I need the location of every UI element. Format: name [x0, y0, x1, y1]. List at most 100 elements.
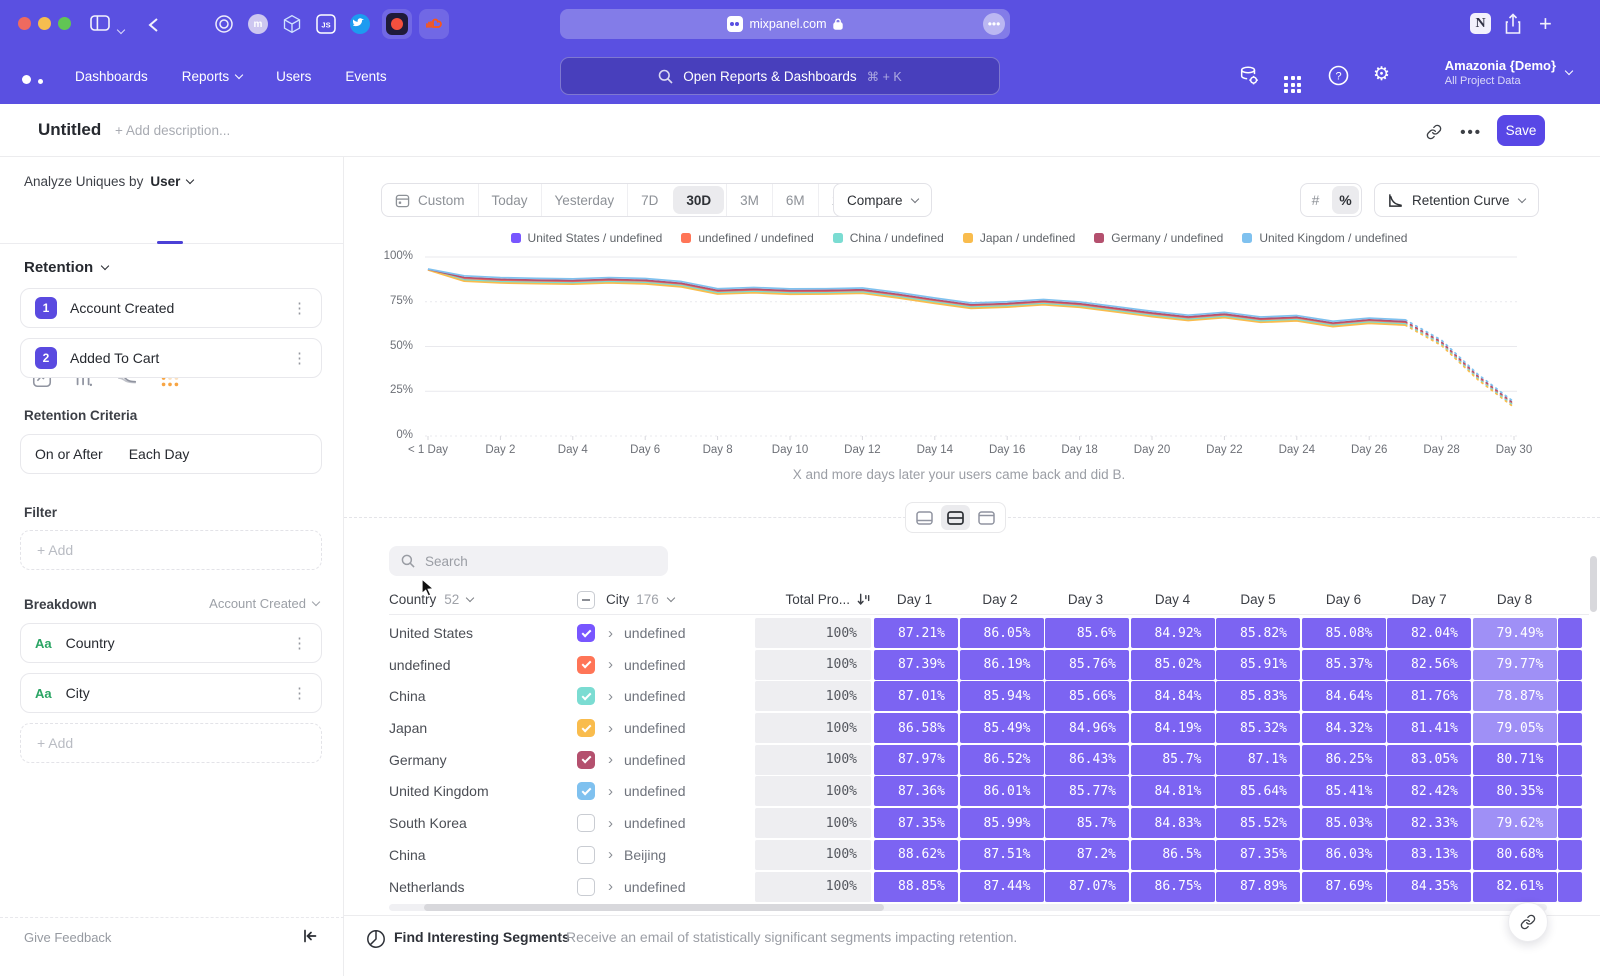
extension-bird-icon[interactable]	[345, 9, 375, 39]
mixpanel-logo[interactable]	[22, 71, 55, 89]
nav-users[interactable]: Users	[276, 69, 311, 84]
row-expander-icon[interactable]: ›	[608, 625, 613, 642]
save-button[interactable]: Save	[1497, 115, 1545, 146]
table-search-input[interactable]: Search	[389, 546, 668, 576]
column-header-day[interactable]: Day 8	[1473, 592, 1557, 607]
select-all-checkbox[interactable]	[577, 591, 595, 609]
date-range-yesterday[interactable]: Yesterday	[541, 184, 628, 216]
breakdown-event-selector[interactable]: Account Created	[209, 596, 319, 611]
date-range-today[interactable]: Today	[478, 184, 541, 216]
breakdown-add-button[interactable]: + Add	[20, 723, 322, 763]
chart-type-selector[interactable]: Retention Curve	[1374, 183, 1539, 217]
give-feedback-link[interactable]: Give Feedback	[24, 930, 111, 945]
back-icon[interactable]	[148, 17, 159, 38]
legend-item[interactable]: Japan / undefined	[963, 231, 1075, 245]
extension-js-icon[interactable]: JS	[311, 9, 341, 39]
row-expander-icon[interactable]: ›	[608, 783, 613, 800]
column-header-day[interactable]: Day 4	[1131, 592, 1215, 607]
kebab-menu-icon[interactable]: ⋮	[292, 349, 307, 367]
row-checkbox[interactable]	[577, 846, 595, 864]
analyze-value[interactable]: User	[150, 174, 180, 189]
row-checkbox[interactable]	[577, 878, 595, 896]
date-range-7d[interactable]: 7D	[627, 184, 671, 216]
extension-target-icon[interactable]	[209, 9, 239, 39]
copy-link-icon[interactable]	[1426, 124, 1442, 145]
address-more-button[interactable]: •••	[983, 13, 1005, 35]
row-checkbox[interactable]	[577, 751, 595, 769]
sidebar-chevron-icon[interactable]	[118, 20, 124, 38]
layout-table-only-button[interactable]	[972, 505, 1001, 530]
step-card-1[interactable]: 1 Account Created ⋮	[20, 288, 322, 328]
breakdown-card-city[interactable]: Aa City ⋮	[20, 673, 322, 713]
date-range-30d[interactable]: 30D	[673, 186, 724, 214]
floating-share-link-button[interactable]	[1508, 902, 1548, 942]
legend-item[interactable]: United Kingdom / undefined	[1242, 231, 1407, 245]
project-switcher[interactable]: Amazonia {Demo} All Project Data	[1445, 58, 1572, 87]
extension-soundcloud-icon[interactable]	[419, 9, 449, 39]
format-absolute-button[interactable]: #	[1301, 192, 1330, 208]
zoom-window-button[interactable]	[58, 17, 71, 30]
layout-split-button[interactable]	[941, 505, 970, 530]
row-checkbox[interactable]	[577, 782, 595, 800]
report-title[interactable]: Untitled	[38, 120, 101, 140]
apps-grid-icon[interactable]	[1284, 67, 1301, 93]
address-bar[interactable]: mixpanel.com •••	[560, 9, 1010, 39]
data-management-icon[interactable]	[1238, 65, 1260, 92]
help-icon[interactable]: ?	[1328, 65, 1349, 91]
nav-events[interactable]: Events	[345, 69, 386, 84]
column-header-total[interactable]: Total Pro...	[755, 592, 871, 607]
column-header-day[interactable]: Day 1	[873, 592, 957, 607]
layout-chart-only-button[interactable]	[910, 505, 939, 530]
more-options-icon[interactable]: •••	[1460, 124, 1482, 141]
new-tab-icon[interactable]: +	[1539, 11, 1552, 37]
nav-dashboards[interactable]: Dashboards	[75, 69, 148, 84]
collapse-sidebar-icon[interactable]	[302, 928, 318, 949]
breakdown-card-country[interactable]: Aa Country ⋮	[20, 623, 322, 663]
kebab-menu-icon[interactable]: ⋮	[292, 634, 307, 652]
kebab-menu-icon[interactable]: ⋮	[292, 684, 307, 702]
column-header-day[interactable]: Day 3	[1044, 592, 1128, 607]
row-expander-icon[interactable]: ›	[608, 878, 613, 895]
minimize-window-button[interactable]	[38, 17, 51, 30]
column-header-day[interactable]: Day 6	[1302, 592, 1386, 607]
row-checkbox[interactable]	[577, 656, 595, 674]
column-header-day[interactable]: Day 2	[958, 592, 1042, 607]
row-expander-icon[interactable]: ›	[608, 720, 613, 737]
criteria-operator[interactable]: On or After	[35, 446, 103, 462]
nav-reports[interactable]: Reports	[182, 69, 242, 84]
legend-item[interactable]: China / undefined	[833, 231, 944, 245]
row-checkbox[interactable]	[577, 719, 595, 737]
criteria-card[interactable]: On or After Each Day	[20, 434, 322, 474]
date-range-custom[interactable]: Custom	[382, 184, 478, 216]
legend-item[interactable]: United States / undefined	[511, 231, 663, 245]
report-description-placeholder[interactable]: + Add description...	[115, 123, 230, 138]
column-header-day[interactable]: Day 5	[1216, 592, 1300, 607]
row-checkbox[interactable]	[577, 687, 595, 705]
horizontal-scrollbar-thumb[interactable]	[424, 904, 884, 911]
row-expander-icon[interactable]: ›	[608, 688, 613, 705]
extension-m-icon[interactable]: m	[243, 9, 273, 39]
row-expander-icon[interactable]: ›	[608, 751, 613, 768]
column-header-day[interactable]: Day 7	[1387, 592, 1471, 607]
date-range-3m[interactable]: 3M	[726, 184, 772, 216]
global-search[interactable]: Open Reports & Dashboards ⌘ + K	[560, 57, 1000, 95]
vertical-scrollbar-thumb[interactable]	[1590, 556, 1597, 612]
row-checkbox[interactable]	[577, 624, 595, 642]
kebab-menu-icon[interactable]: ⋮	[292, 299, 307, 317]
column-header-city[interactable]: City 176	[577, 591, 755, 609]
row-checkbox[interactable]	[577, 814, 595, 832]
find-segments-title[interactable]: Find Interesting Segments	[394, 929, 570, 945]
date-range-6m[interactable]: 6M	[772, 184, 818, 216]
column-header-country[interactable]: Country 52	[389, 592, 577, 607]
step-card-2[interactable]: 2 Added To Cart ⋮	[20, 338, 322, 378]
format-percent-button[interactable]: %	[1332, 186, 1359, 214]
extension-cube-icon[interactable]	[277, 9, 307, 39]
filter-add-button[interactable]: + Add	[20, 530, 322, 570]
extension-record-icon[interactable]	[382, 9, 412, 39]
settings-gear-icon[interactable]: ⚙	[1373, 63, 1390, 86]
row-expander-icon[interactable]: ›	[608, 656, 613, 673]
row-expander-icon[interactable]: ›	[608, 846, 613, 863]
share-icon[interactable]	[1504, 13, 1522, 40]
criteria-period[interactable]: Each Day	[129, 446, 190, 462]
row-expander-icon[interactable]: ›	[608, 815, 613, 832]
